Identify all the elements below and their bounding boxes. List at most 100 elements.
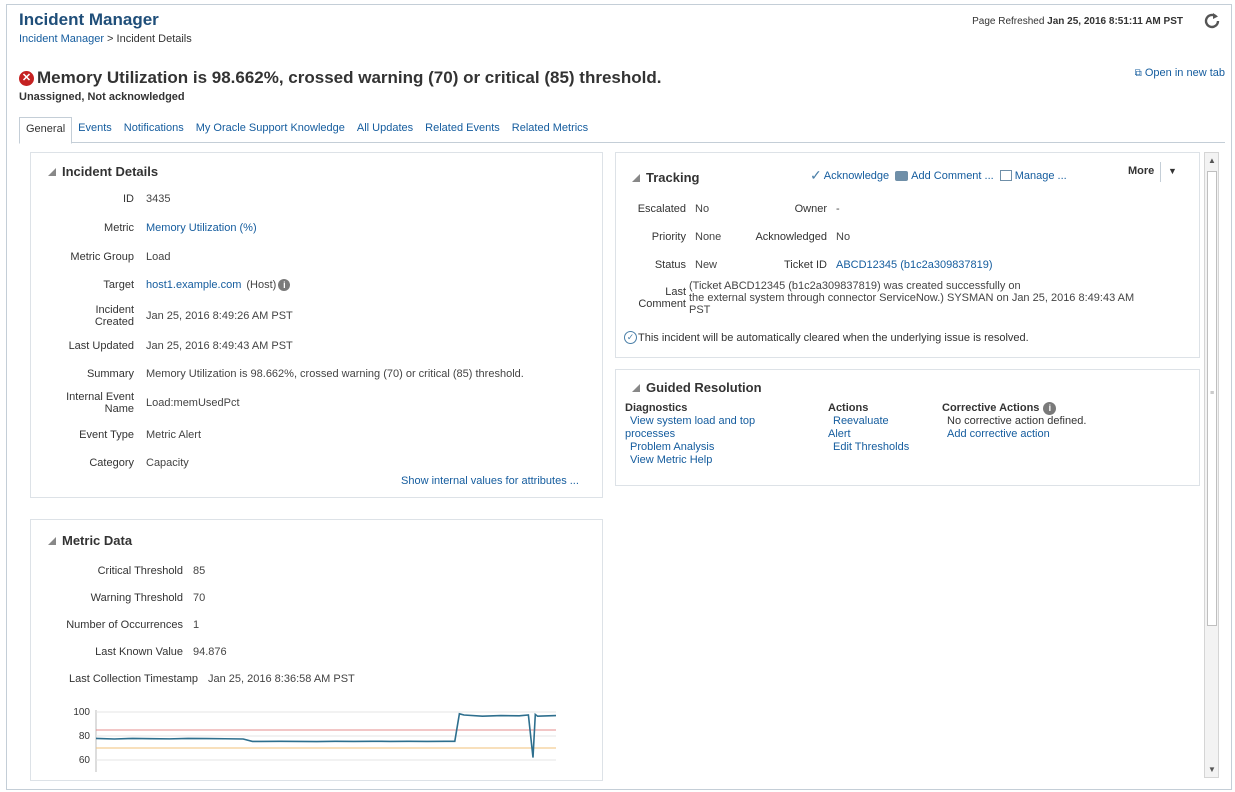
more-menu-button[interactable]: More xyxy=(1128,165,1154,177)
add-comment-button[interactable]: Add Comment ... xyxy=(895,170,994,182)
scrollbar-thumb[interactable]: ≡ xyxy=(1207,171,1217,626)
detail-row-updated: Last Updated Jan 25, 2016 8:49:43 AM PST xyxy=(30,340,293,352)
chart-y-tick-label: 60 xyxy=(79,755,91,766)
incident-title: ✕ Memory Utilization is 98.662%, crossed… xyxy=(19,68,661,88)
guided-resolution-title: Guided Resolution xyxy=(646,380,762,395)
open-in-new-tab-label: Open in new tab xyxy=(1144,67,1225,79)
acknowledge-button[interactable]: ✓ Acknowledge xyxy=(810,167,889,184)
add-corrective-action-link[interactable]: Add corrective action xyxy=(947,428,1086,441)
tab-related-events[interactable]: Related Events xyxy=(419,117,506,142)
scroll-down-arrow-icon[interactable]: ▼ xyxy=(1208,765,1216,774)
target-link[interactable]: host1.example.com xyxy=(146,279,241,291)
summary-value: Memory Utilization is 98.662%, crossed w… xyxy=(146,368,524,380)
reevaluate-alert-link[interactable]: Reevaluate Alert xyxy=(828,415,909,441)
tab-bar: General Events Notifications My Oracle S… xyxy=(19,117,1225,144)
last-known-value-label: Last Known Value xyxy=(95,646,183,658)
metric-chart: 100 80 60 xyxy=(73,707,557,772)
detail-row-metric: Metric Memory Utilization (%) xyxy=(30,222,257,234)
escalated-label: Escalated xyxy=(637,203,686,215)
auto-clear-text: This incident will be automatically clea… xyxy=(638,331,1029,344)
vertical-scrollbar[interactable]: ▲ ≡ ▼ xyxy=(1204,152,1219,778)
metric-row-occurrences: Number of Occurrences 1 xyxy=(30,619,199,631)
target-label: Target xyxy=(103,279,134,291)
actions-heading: Actions xyxy=(828,402,869,414)
actions-column: Actions Reevaluate Alert Edit Thresholds xyxy=(828,402,909,454)
incident-details-heading[interactable]: Incident Details xyxy=(48,164,158,179)
info-icon[interactable]: i xyxy=(278,279,291,291)
action-link1-line1: Reevaluate xyxy=(833,415,889,427)
metric-link[interactable]: Memory Utilization (%) xyxy=(146,222,257,234)
event-type-value: Metric Alert xyxy=(146,429,202,441)
info-icon[interactable]: i xyxy=(1043,402,1057,415)
internal-label-line2: Name xyxy=(104,403,134,415)
tracking-title: Tracking xyxy=(646,170,700,185)
collapse-triangle-icon xyxy=(48,167,56,176)
tracking-row-status: Status New Ticket ID ABCD12345 (b1c2a309… xyxy=(615,259,993,271)
detail-row-internal-event: Internal Event Name Load:memUsedPct xyxy=(30,391,239,415)
open-in-new-tab-link[interactable]: ⧉ Open in new tab xyxy=(1135,67,1225,79)
created-label-line1: Incident xyxy=(95,304,134,316)
updated-value: Jan 25, 2016 8:49:43 AM PST xyxy=(146,340,293,352)
more-separator xyxy=(1160,162,1161,182)
corrective-actions-column: Corrective Actions i No corrective actio… xyxy=(942,402,1086,441)
scroll-up-arrow-icon[interactable]: ▲ xyxy=(1208,156,1216,165)
tab-events[interactable]: Events xyxy=(72,117,118,142)
internal-label-line1: Internal Event xyxy=(66,391,134,403)
collapse-triangle-icon xyxy=(632,383,640,392)
detail-row-category: Category Capacity xyxy=(30,457,188,469)
tab-notifications[interactable]: Notifications xyxy=(118,117,190,142)
occurrences-label: Number of Occurrences xyxy=(66,619,183,631)
last-comment-label: Last Comment xyxy=(615,286,686,310)
last-collection-label: Last Collection Timestamp xyxy=(69,673,198,685)
checkmark-icon: ✓ xyxy=(810,167,822,183)
corrective-actions-heading-row: Corrective Actions i xyxy=(942,402,1086,415)
status-value: New xyxy=(695,259,718,271)
last-comment-value: (Ticket ABCD12345 (b1c2a309837819) was c… xyxy=(689,280,1134,316)
metric-group-value: Load xyxy=(146,251,171,263)
escalated-value: No xyxy=(695,203,710,215)
breadcrumb-root-link[interactable]: Incident Manager xyxy=(19,33,104,45)
last-comment-line1: (Ticket ABCD12345 (b1c2a309837819) was c… xyxy=(689,280,1021,292)
manage-button[interactable]: Manage ... xyxy=(999,170,1067,182)
last-comment-label-line1: Last xyxy=(665,286,686,298)
collapse-triangle-icon xyxy=(48,536,56,545)
last-comment-line2: the external system through connector Se… xyxy=(689,292,1135,304)
metric-data-heading[interactable]: Metric Data xyxy=(48,533,132,548)
tab-general[interactable]: General xyxy=(19,117,73,144)
tracking-row-priority: Priority None Acknowledged No xyxy=(615,231,850,243)
metric-row-warning: Warning Threshold 70 xyxy=(30,592,206,604)
tab-all-updates[interactable]: All Updates xyxy=(351,117,419,142)
diag-link1-line1: View system load and top xyxy=(630,415,756,427)
chevron-down-icon[interactable]: ▼ xyxy=(1168,166,1177,176)
chart-y-tick-label: 80 xyxy=(79,731,91,742)
refresh-time: Jan 25, 2016 8:51:11 AM PST xyxy=(1047,16,1183,27)
detail-row-metric-group: Metric Group Load xyxy=(30,251,170,263)
view-system-load-link[interactable]: View system load and top processes xyxy=(625,415,755,441)
detail-row-id: ID 3435 xyxy=(30,193,170,205)
diag-link1-line2: processes xyxy=(625,428,676,440)
created-label-line2: Created xyxy=(94,316,134,328)
metric-row-last-value: Last Known Value 94.876 xyxy=(30,646,227,658)
problem-analysis-link[interactable]: Problem Analysis xyxy=(630,441,755,454)
event-type-label: Event Type xyxy=(79,429,134,441)
summary-label: Summary xyxy=(86,368,134,380)
diagnostics-heading: Diagnostics xyxy=(625,402,688,414)
guided-resolution-heading[interactable]: Guided Resolution xyxy=(632,380,762,395)
ticket-id-link[interactable]: ABCD12345 (b1c2a309837819) xyxy=(836,259,993,271)
metric-row-critical: Critical Threshold 85 xyxy=(30,565,206,577)
view-metric-help-link[interactable]: View Metric Help xyxy=(630,454,755,467)
detail-row-created: Incident Created Jan 25, 2016 8:49:26 AM … xyxy=(30,304,293,328)
last-known-value: 94.876 xyxy=(193,646,227,658)
metric-data-title: Metric Data xyxy=(62,533,133,548)
refresh-icon[interactable] xyxy=(1201,10,1223,32)
owner-label: Owner xyxy=(794,203,827,215)
priority-value: None xyxy=(695,231,722,243)
app-title: Incident Manager xyxy=(19,10,159,29)
comment-icon xyxy=(895,170,909,181)
tracking-heading[interactable]: Tracking xyxy=(632,170,699,185)
edit-thresholds-link[interactable]: Edit Thresholds xyxy=(833,441,909,454)
tab-related-metrics[interactable]: Related Metrics xyxy=(506,117,594,142)
tab-my-oracle-support-knowledge[interactable]: My Oracle Support Knowledge xyxy=(190,117,351,142)
show-internal-values-link[interactable]: Show internal values for attributes ... xyxy=(401,475,579,487)
target-type: (Host) xyxy=(246,279,277,291)
